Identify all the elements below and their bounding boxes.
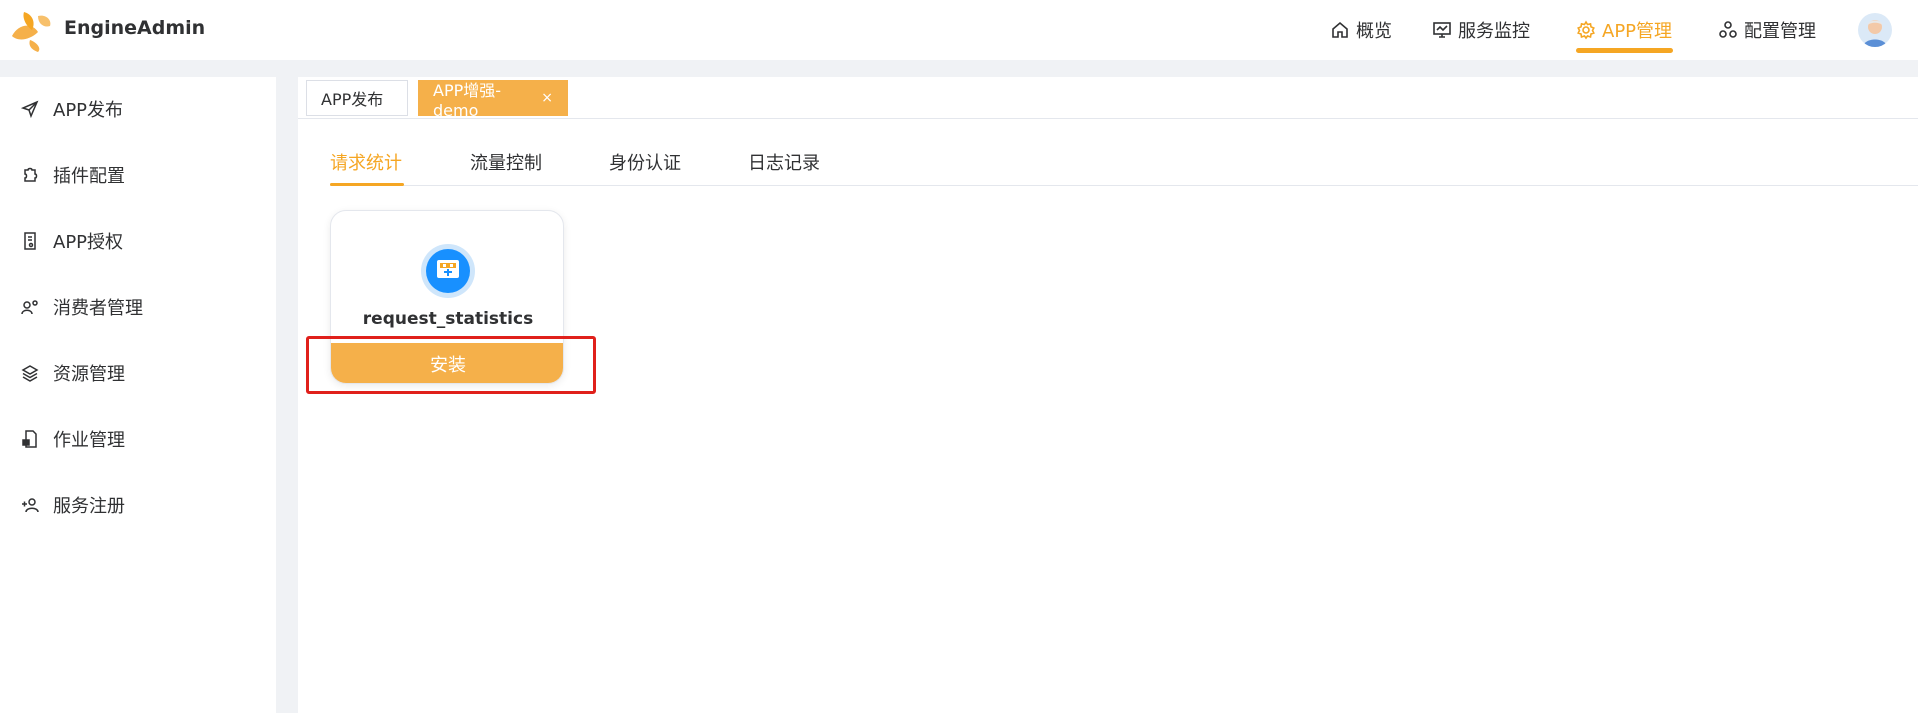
document-key-icon	[24, 232, 36, 250]
puzzle-icon	[24, 167, 38, 182]
home-icon	[1332, 21, 1348, 38]
brand-name: EngineAdmin	[64, 17, 206, 39]
sidebar-item-service-register[interactable]: 服务注册	[0, 480, 276, 530]
nav-service-monitor[interactable]: 服务监控	[1432, 14, 1530, 46]
nav-label: 服务监控	[1458, 21, 1530, 42]
page-tab-label: APP增强-demo	[433, 80, 502, 120]
main-panel: APP发布 APP增强-demo × 请求统计 流量控制 身份认证 日志记录 r…	[298, 77, 1918, 713]
avatar[interactable]	[1858, 13, 1892, 47]
sidebar-item-label: 资源管理	[53, 364, 125, 385]
nav-overview[interactable]: 概览	[1330, 14, 1392, 46]
user-add-icon	[22, 498, 39, 513]
sidebar-item-label: APP发布	[53, 100, 124, 121]
sidebar-item-consumer-management[interactable]: 消费者管理	[0, 282, 276, 332]
nav-label: 概览	[1356, 21, 1392, 42]
sidebar-item-resource-management[interactable]: 资源管理	[0, 348, 276, 398]
page-tab-app-publish[interactable]: APP发布	[306, 80, 408, 116]
page-tab-label: APP发布	[321, 90, 384, 109]
monitor-icon	[1433, 22, 1451, 38]
nav-active-indicator	[1576, 48, 1673, 53]
sub-tabs-divider	[330, 185, 1918, 186]
nav-config-management[interactable]: 配置管理	[1718, 14, 1816, 46]
user-avatar-icon	[1863, 20, 1887, 47]
nav-label: 配置管理	[1744, 21, 1816, 42]
send-icon	[20, 100, 39, 119]
top-bar: EngineAdmin 概览 服务监控 APP管理 配置管理	[0, 0, 1918, 60]
sidebar-item-job-management[interactable]: 作业管理	[0, 414, 276, 464]
sidebar-item-label: 作业管理	[53, 430, 125, 451]
page-tab-app-enhance-demo[interactable]: APP增强-demo ×	[418, 80, 568, 120]
sidebar: APP发布 插件配置 APP授权 消费者管理 资源管理 作业管理 服务注册	[0, 77, 276, 713]
sidebar-item-label: 插件配置	[53, 166, 125, 187]
user-settings-icon	[21, 300, 38, 315]
highlight-box	[306, 336, 596, 394]
sub-tab-active-indicator	[330, 183, 404, 186]
plugin-title: request_statistics	[362, 309, 534, 329]
tab-identity-auth[interactable]: 身份认证	[609, 149, 681, 175]
plugin-icon	[421, 244, 475, 298]
nav-app-management[interactable]: APP管理	[1576, 14, 1672, 46]
close-icon[interactable]: ×	[541, 90, 553, 106]
tab-traffic-control[interactable]: 流量控制	[470, 149, 542, 175]
tab-request-statistics[interactable]: 请求统计	[330, 149, 402, 175]
sidebar-item-label: APP授权	[53, 232, 124, 253]
tab-log-records[interactable]: 日志记录	[748, 149, 820, 175]
apps-icon	[1719, 21, 1737, 38]
logo-icon	[12, 12, 51, 52]
page-tabs-bar: APP发布 APP增强-demo ×	[298, 77, 1918, 120]
sidebar-item-label: 消费者管理	[53, 298, 143, 319]
sidebar-item-app-publish[interactable]: APP发布	[0, 84, 276, 134]
sidebar-item-label: 服务注册	[53, 496, 125, 517]
sidebar-item-plugin-config[interactable]: 插件配置	[0, 150, 276, 200]
layers-icon	[21, 365, 39, 382]
gear-icon	[1577, 20, 1595, 40]
nav-label: APP管理	[1602, 21, 1673, 42]
file-lock-icon	[22, 430, 37, 448]
sidebar-item-app-auth[interactable]: APP授权	[0, 216, 276, 266]
